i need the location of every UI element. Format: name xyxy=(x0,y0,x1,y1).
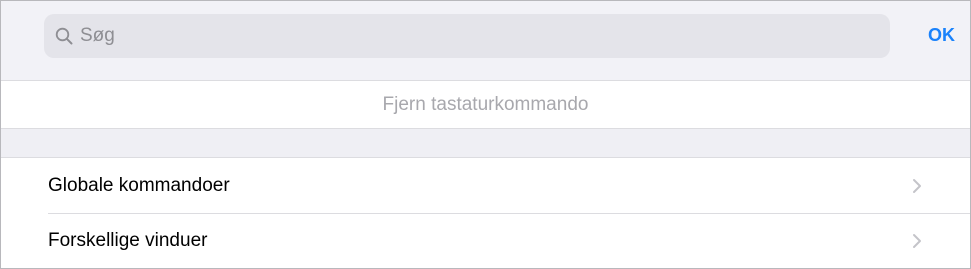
list-item-global-commands[interactable]: Globale kommandoer xyxy=(1,158,970,213)
command-category-list: Globale kommandoer Forskellige vinduer xyxy=(1,157,970,268)
keyboard-command-panel: OK Fjern tastaturkommando Globale komman… xyxy=(0,0,971,269)
list-item-various-windows[interactable]: Forskellige vinduer xyxy=(1,213,970,268)
search-field[interactable] xyxy=(44,14,890,58)
ok-button[interactable]: OK xyxy=(928,25,955,46)
search-input[interactable] xyxy=(80,25,860,47)
search-bar: OK xyxy=(1,1,970,81)
search-icon xyxy=(54,26,74,46)
remove-shortcut-button[interactable]: Fjern tastaturkommando xyxy=(1,81,970,129)
list-item-label: Forskellige vinduer xyxy=(48,229,208,251)
chevron-right-icon xyxy=(912,178,922,194)
chevron-right-icon xyxy=(912,233,922,249)
list-item-label: Globale kommandoer xyxy=(48,174,230,196)
remove-shortcut-label: Fjern tastaturkommando xyxy=(382,93,589,115)
